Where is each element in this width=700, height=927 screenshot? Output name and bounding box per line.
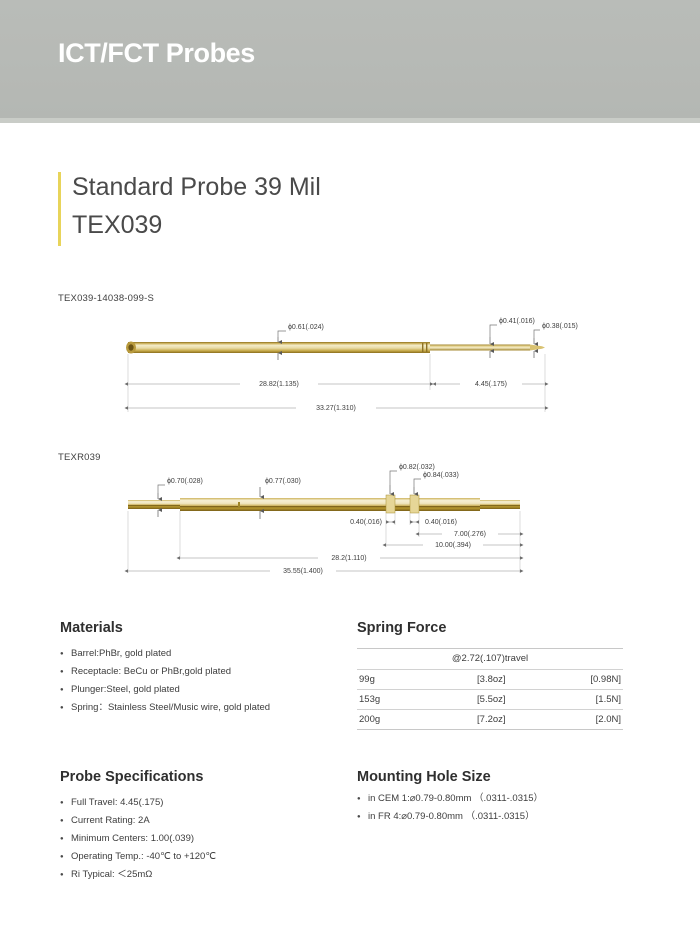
drawing-1-callout-2: ϕ0.38(.015)	[542, 323, 578, 330]
list-item: in CEM 1:⌀0.79-0.80mm （.0311-.0315）	[357, 790, 543, 808]
list-item: Spring：Stainless Steel/Music wire, gold …	[60, 699, 270, 717]
drawing-2-dimension-0: 0.40(.016)	[350, 519, 382, 526]
drawing-2-callout-1: ϕ0.77(.030)	[265, 478, 301, 485]
probe-specifications-heading: Probe Specifications	[60, 769, 204, 785]
table-row: 99g [3.8oz] [0.98N]	[357, 669, 623, 690]
spring-force-travel-header: @2.72(.107)travel	[357, 648, 623, 670]
spring-force-ounces: [3.8oz]	[447, 669, 536, 690]
spring-force-grams: 99g	[357, 669, 448, 690]
drawing-texr039: ϕ0.70(.028) ϕ0.77(.030) ϕ0.82(.032) ϕ0.8…	[124, 464, 524, 576]
drawing-2-dimension-2: 7.00(.276)	[454, 531, 486, 538]
list-item: Barrel:PhBr, gold plated	[60, 645, 270, 663]
drawing-1-callout-1: ϕ0.41(.016)	[499, 318, 535, 325]
mounting-hole-size-list: in CEM 1:⌀0.79-0.80mm （.0311-.0315） in F…	[357, 790, 543, 826]
spring-force-heading: Spring Force	[357, 620, 447, 636]
drawing-2-dimension-5: 35.55(1.400)	[283, 568, 323, 575]
drawing-tex039-14038-099-s: ϕ0.61(.024) ϕ0.41(.016) ϕ0.38(.015) 28.8…	[124, 318, 578, 413]
spring-force-newtons: [1.5N]	[535, 689, 623, 710]
probe-specifications-list: Full Travel: 4.45(.175) Current Rating: …	[60, 794, 216, 884]
drawing-1-callout-0: ϕ0.61(.024)	[288, 324, 324, 331]
mounting-hole-size-heading: Mounting Hole Size	[357, 769, 491, 785]
list-item: Full Travel: 4.45(.175)	[60, 794, 216, 812]
drawing-2-dimension-4: 28.2(1.110)	[331, 555, 366, 562]
drawing-2-callout-2: ϕ0.82(.032)	[399, 464, 435, 471]
spring-force-ounces: [7.2oz]	[447, 709, 536, 730]
list-item: in FR 4:⌀0.79-0.80mm （.0311-.0315）	[357, 808, 543, 826]
product-title-block: Standard Probe 39 Mil TEX039	[58, 168, 321, 246]
drawing-2-callout-3: ϕ0.84(.033)	[423, 472, 459, 479]
drawing-1-dimension-2: 33.27(1.310)	[316, 405, 356, 412]
spring-force-newtons: [0.98N]	[535, 669, 623, 690]
drawing-2-dimension-3: 10.00(.394)	[435, 542, 471, 549]
materials-list: Barrel:PhBr, gold plated Receptacle: BeC…	[60, 645, 270, 717]
table-header-row: @2.72(.107)travel	[357, 648, 623, 670]
list-item: Operating Temp.: -40℃ to +120℃	[60, 848, 216, 866]
product-title-line-1: Standard Probe 39 Mil	[72, 173, 321, 201]
header-underline	[0, 118, 700, 123]
list-item: Plunger:Steel, gold plated	[60, 681, 270, 699]
list-item: Receptacle: BeCu or PhBr,gold plated	[60, 663, 270, 681]
drawing-2-dimension-1: 0.40(.016)	[425, 519, 457, 526]
drawing-2-part-label: TEXR039	[58, 452, 101, 463]
spring-force-table: @2.72(.107)travel 99g [3.8oz] [0.98N] 15…	[357, 648, 623, 730]
list-item: Current Rating: 2A	[60, 812, 216, 830]
drawing-1-dimension-1: 4.45(.175)	[475, 381, 507, 388]
spring-force-grams: 200g	[357, 709, 448, 730]
page-header-title: ICT/FCT Probes	[58, 38, 255, 68]
table-row: 153g [5.5oz] [1.5N]	[357, 689, 623, 710]
list-item: Minimum Centers: 1.00(.039)	[60, 830, 216, 848]
spring-force-grams: 153g	[357, 689, 448, 710]
drawing-2-callout-0: ϕ0.70(.028)	[167, 478, 203, 485]
drawing-1-dimension-0: 28.82(1.135)	[259, 381, 299, 388]
title-accent-bar	[58, 172, 61, 246]
product-title-line-2: TEX039	[72, 211, 163, 239]
materials-heading: Materials	[60, 620, 123, 636]
drawing-1-part-label: TEX039-14038-099-S	[58, 293, 155, 304]
table-row: 200g [7.2oz] [2.0N]	[357, 709, 623, 730]
spring-force-ounces: [5.5oz]	[447, 689, 536, 710]
list-item: Ri Typical: ＜25mΩ	[60, 866, 216, 884]
spring-force-newtons: [2.0N]	[535, 709, 623, 730]
